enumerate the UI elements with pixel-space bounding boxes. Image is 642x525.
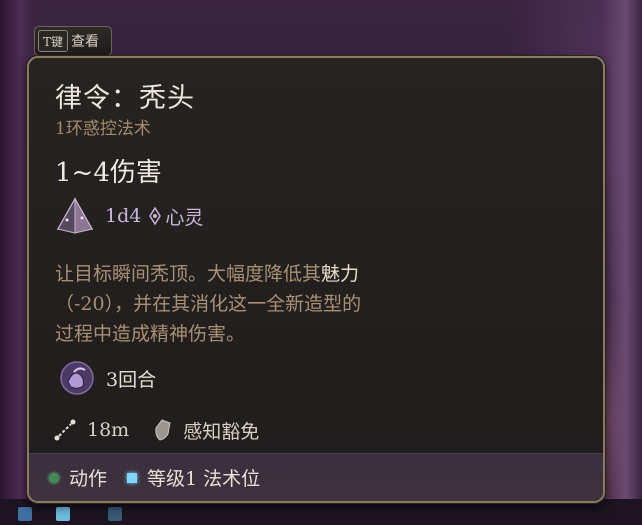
description-text: 让目标瞬间秃顶。大幅度降低其 (55, 263, 322, 285)
action-resource-icon (49, 472, 59, 483)
hotbar-icon[interactable] (108, 507, 122, 521)
range-value: 18m (87, 419, 130, 441)
key-badge: T键 (38, 30, 68, 52)
description-text: （-20），并在其消化这一全新造型的 (55, 293, 362, 315)
damage-type: 心灵 (165, 206, 204, 229)
description-keyword: 魅力 (321, 263, 360, 285)
spell-slot-icon (127, 472, 138, 483)
description-text: 过程中造成精神伤害。 (55, 323, 246, 345)
background-right-art (602, 0, 642, 525)
spell-title: 律令：秃头 (55, 83, 195, 114)
saving-throw-shield-icon (155, 419, 171, 441)
examine-label: 查看 (71, 34, 99, 50)
action-label: 动作 (69, 468, 108, 490)
spell-tooltip: 律令：秃头 1环惑控法术 1~4伤害 1d4 心灵 让目标瞬间秃顶。大幅度降低其… (27, 56, 605, 503)
saving-throw: 感知豁免 (183, 420, 260, 443)
hotbar-icon[interactable] (56, 507, 70, 521)
duration-row: 3回合 (59, 360, 156, 396)
damage-range: 1~4伤害 (55, 158, 162, 188)
duration-condition-icon (60, 361, 94, 395)
dice-value: 1d4 (105, 205, 142, 227)
spell-level-school: 1环惑控法术 (55, 119, 151, 139)
duration-value: 3回合 (106, 368, 157, 391)
d4-dice-icon (56, 197, 94, 234)
spell-description: 让目标瞬间秃顶。大幅度降低其魅力 （-20），并在其消化这一全新造型的 过程中造… (55, 259, 475, 349)
psychic-damage-icon (149, 206, 162, 226)
examine-key-hint[interactable]: T键 查看 (34, 26, 112, 56)
hotbar-icon[interactable] (18, 507, 32, 521)
resource-footer: 动作 等级1 法术位 (29, 453, 603, 501)
spell-slot-label: 等级1 法术位 (147, 468, 261, 490)
range-icon (54, 419, 76, 441)
dice-row: 1d4 心灵 (55, 195, 203, 237)
range-save-row: 18m 感知豁免 (53, 415, 259, 445)
